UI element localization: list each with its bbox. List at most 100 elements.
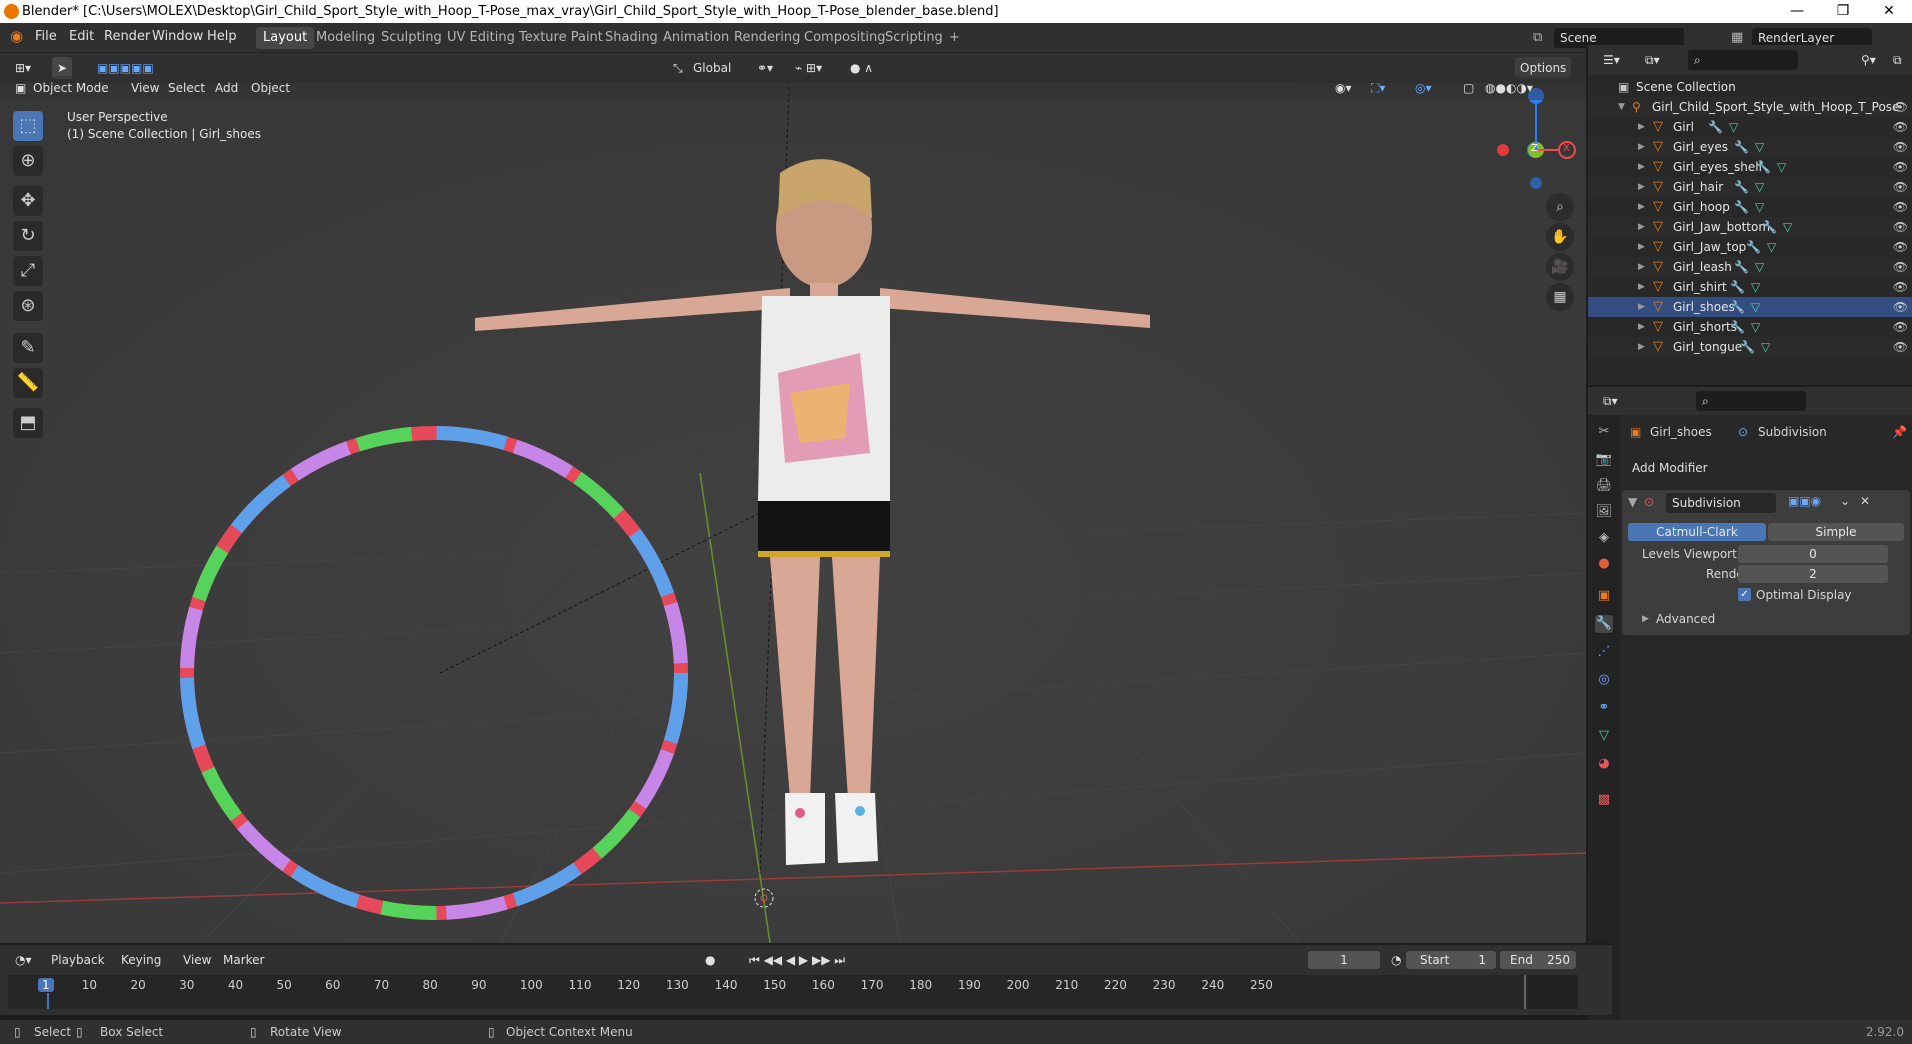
mesh-data-icon[interactable]: ▽	[1729, 120, 1738, 134]
eye-icon[interactable]: 👁	[1893, 257, 1908, 277]
modifier-wrench-icon[interactable]: 🔧 ▽	[1730, 317, 1760, 337]
expand-icon[interactable]: ▶	[1638, 237, 1645, 257]
expand-icon[interactable]: ▶	[1638, 297, 1645, 317]
material-tab-icon[interactable]: ◕	[1595, 755, 1613, 773]
eye-icon[interactable]: 👁	[1893, 237, 1908, 257]
outliner-search-input[interactable]: ⌕	[1688, 50, 1798, 70]
new-collection-icon[interactable]: ⧉	[1888, 49, 1907, 71]
mode-dropdown[interactable]: Object Mode	[28, 77, 114, 99]
mesh-data-icon[interactable]: ▽	[1755, 200, 1764, 214]
outliner-object[interactable]: ▶ ▽ Girl_shoes 🔧 ▽ 👁	[1588, 297, 1912, 317]
output-tab-icon[interactable]: 🖨	[1595, 477, 1613, 495]
ortho-grid-icon[interactable]: ▦	[1546, 283, 1574, 311]
modifier-wrench-icon[interactable]: 🔧 ▽	[1734, 137, 1764, 157]
tab-layout[interactable]: Layout	[256, 27, 315, 49]
outliner-object[interactable]: ▶ ▽ Girl_hair 🔧 ▽ 👁	[1588, 177, 1912, 197]
eye-icon[interactable]: 👁	[1893, 177, 1908, 197]
mesh-data-icon[interactable]: ▽	[1783, 220, 1792, 234]
clock-icon[interactable]: ◔	[1386, 949, 1406, 971]
mesh-data-icon[interactable]: ▽	[1755, 140, 1764, 154]
mesh-data-icon[interactable]: ▽	[1777, 160, 1786, 174]
outliner-object[interactable]: ▶ ▽ Girl_hoop 🔧 ▽ 👁	[1588, 197, 1912, 217]
timeline-ruler[interactable]: 1 10 20 30 40 50 60 70 80 90 100 110 120 130 140 150 160…	[8, 975, 1578, 1009]
start-frame-field[interactable]: Start 1	[1406, 951, 1496, 969]
outliner-object[interactable]: ▶ ▽ Girl_eyes 🔧 ▽ 👁	[1588, 137, 1912, 157]
eye-icon[interactable]: 👁	[1893, 337, 1908, 357]
end-frame-field[interactable]: End 250	[1500, 951, 1576, 969]
modifier-wrench-icon[interactable]: 🔧 ▽	[1734, 197, 1764, 217]
menu-window[interactable]: Window	[152, 29, 203, 44]
add-workspace-icon[interactable]: +	[942, 27, 967, 49]
modifier-display-toggles[interactable]: ▣▣◉	[1788, 494, 1821, 508]
zoom-icon[interactable]: ⌕	[1546, 193, 1574, 221]
constraints-tab-icon[interactable]: ⚭	[1595, 699, 1613, 717]
outliner-object[interactable]: ▶ ▽ Girl_leash 🔧 ▽ 👁	[1588, 257, 1912, 277]
playback-controls-icons[interactable]: ⏮ ◀◀ ◀ ▶ ▶▶ ⏭	[744, 949, 850, 971]
filter-icon[interactable]: ⚲▾	[1856, 49, 1881, 71]
blender-menu-icon[interactable]: ◉	[10, 27, 23, 45]
modifier-wrench-icon[interactable]: 🔧 ▽	[1734, 257, 1764, 277]
maximize-button[interactable]: ❐	[1820, 0, 1866, 23]
advanced-expand-icon[interactable]: ▶	[1642, 614, 1649, 624]
viewport-menu-object[interactable]: Object	[246, 77, 295, 99]
modifier-wrench-icon[interactable]: 🔧 ▽	[1730, 277, 1760, 297]
timeline-menu-keying[interactable]: Keying	[116, 949, 166, 971]
render-levels-field[interactable]: 2	[1738, 565, 1888, 583]
gizmo-toggle-icon[interactable]: ⛶▾	[1366, 77, 1390, 99]
expand-icon[interactable]: ▶	[1638, 177, 1645, 197]
modifier-wrench-icon[interactable]: 🔧 ▽	[1762, 217, 1792, 237]
expand-icon[interactable]: ▶	[1638, 157, 1645, 177]
expand-icon[interactable]: ▶	[1638, 337, 1645, 357]
eye-icon[interactable]: 👁	[1893, 97, 1908, 117]
cursor-tool-icon[interactable]: ⊕	[13, 146, 43, 176]
menu-edit[interactable]: Edit	[69, 29, 94, 44]
timeline-editor-icon[interactable]: ◔▾	[10, 949, 37, 971]
expand-icon[interactable]: ▶	[1638, 137, 1645, 157]
expand-icon[interactable]: ▶	[1638, 277, 1645, 297]
viewport-menu-add[interactable]: Add	[210, 77, 243, 99]
outliner-editor-icon[interactable]: ☰▾	[1598, 49, 1625, 71]
record-icon[interactable]: ●	[700, 949, 720, 971]
modifier-menu-icon[interactable]: ⌄	[1840, 494, 1850, 508]
expand-icon[interactable]: ▶	[1638, 317, 1645, 337]
expand-icon[interactable]: ▶	[1638, 257, 1645, 277]
select-box-tool-icon[interactable]: ⬚	[13, 111, 43, 141]
mesh-data-icon[interactable]: ▽	[1751, 280, 1760, 294]
outliner-object[interactable]: ▶ ▽ Girl 🔧 ▽ 👁	[1588, 117, 1912, 137]
optimal-display-checkbox[interactable]: ✓	[1738, 588, 1751, 601]
levels-viewport-field[interactable]: 0	[1738, 545, 1888, 563]
outliner-object[interactable]: ▶ ▽ Girl_shorts 🔧 ▽ 👁	[1588, 317, 1912, 337]
eye-icon[interactable]: 👁	[1893, 297, 1908, 317]
properties-editor-icon[interactable]: ⧉▾	[1598, 390, 1623, 412]
mesh-data-icon[interactable]: ▽	[1751, 320, 1760, 334]
tab-texture-paint[interactable]: Texture Paint	[512, 27, 610, 49]
expand-icon[interactable]: ▶	[1638, 117, 1645, 137]
mesh-data-icon[interactable]: ▽	[1761, 340, 1770, 354]
tab-shading[interactable]: Shading	[598, 27, 665, 49]
render-tab-icon[interactable]: 📷	[1595, 451, 1613, 469]
scene-selector-icon[interactable]: ⧉	[1526, 27, 1549, 49]
add-cube-tool-icon[interactable]: ⬒	[13, 408, 43, 438]
expand-icon[interactable]: ▶	[1638, 197, 1645, 217]
outliner-object[interactable]: ▶ ▽ Girl_Jaw_top 🔧 ▽ 👁	[1588, 237, 1912, 257]
display-mode-icon[interactable]: ⧉▾	[1640, 49, 1665, 71]
viewport-3d[interactable]	[0, 53, 1586, 943]
minimize-button[interactable]: —	[1774, 0, 1820, 23]
scene-tab-icon[interactable]: ◈	[1595, 529, 1613, 547]
eye-icon[interactable]: 👁	[1893, 137, 1908, 157]
particles-tab-icon[interactable]: ⋰	[1595, 643, 1613, 661]
rotate-tool-icon[interactable]: ↻	[13, 221, 43, 251]
close-button[interactable]: ✕	[1866, 0, 1912, 23]
mesh-data-icon[interactable]: ▽	[1755, 260, 1764, 274]
eye-icon[interactable]: 👁	[1893, 277, 1908, 297]
modifier-wrench-icon[interactable]: 🔧 ▽	[1730, 297, 1760, 317]
mesh-data-icon[interactable]: ▽	[1767, 240, 1776, 254]
tab-modeling[interactable]: Modeling	[309, 27, 382, 49]
modifier-wrench-icon[interactable]: 🔧 ▽	[1740, 337, 1770, 357]
visibility-icon[interactable]: ◉▾	[1330, 77, 1357, 99]
add-modifier-dropdown[interactable]: Add Modifier	[1626, 458, 1910, 478]
scale-tool-icon[interactable]: ⤢	[13, 256, 43, 286]
outliner-collection[interactable]: ▼ ⚲ Girl_Child_Sport_Style_with_Hoop_T_P…	[1588, 97, 1912, 117]
tab-uv-editing[interactable]: UV Editing	[440, 27, 522, 49]
modifier-remove-icon[interactable]: ✕	[1860, 494, 1870, 508]
